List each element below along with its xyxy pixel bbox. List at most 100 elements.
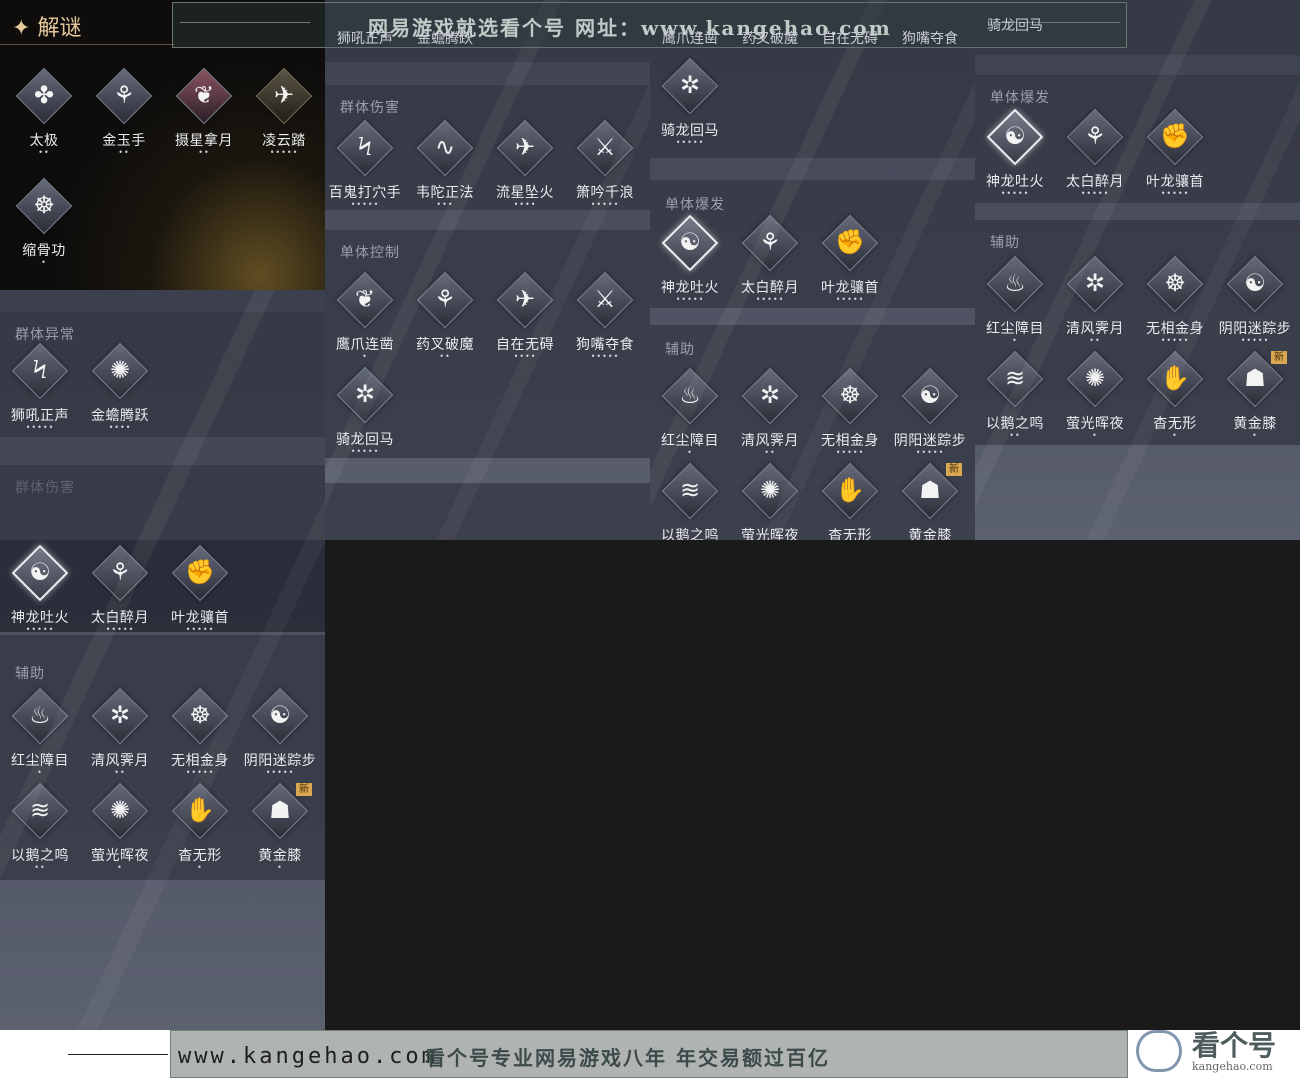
skill-button[interactable]: ≋ 以鹅之鸣 •• (0, 782, 80, 885)
brand-domain: kangehao.com (1192, 1060, 1273, 1073)
skill-button[interactable]: ✲ 骑龙回马 ••••• (325, 366, 405, 469)
screenshot-collage: 群体异常 群体伤害 辅助 Ϟ 狮吼正声 ••••• ✺ 金蟾腾跃 •••• ☯ 神龙吐火 •••… (0, 0, 1300, 1080)
skill-stars: ••••• (269, 148, 299, 157)
skill-button[interactable]: ❦ 鹰爪连凿 • (325, 271, 405, 374)
knee-icon: ☗ (269, 796, 291, 824)
skill-stars: ••••• (590, 200, 620, 209)
skill-button[interactable]: ☸ 无相金身 ••••• (1135, 255, 1215, 358)
skill-button[interactable]: ✋ 杳无形 (810, 462, 890, 540)
skill-stars: ••••• (1160, 189, 1190, 198)
skill-name: 金玉手 (102, 133, 146, 149)
skill-button[interactable]: ∿ 韦陀正法 ••• (405, 119, 485, 222)
skill-button[interactable]: ☗ 黄金膝 新 (890, 462, 970, 540)
skill-button[interactable]: ☗ 黄金膝 • 新 (240, 782, 320, 885)
skill-button[interactable]: ☸ 缩骨功 • (4, 177, 84, 280)
skill-button[interactable]: ♨ 红尘障目 • (975, 255, 1055, 358)
skill-button[interactable]: ☸ 无相金身 ••••• (160, 687, 240, 790)
cut-off-skill-name: 狗嘴夺食 (902, 31, 958, 47)
skill-button[interactable]: ✊ 叶龙骧首 ••••• (160, 544, 240, 647)
fan-icon: ≋ (29, 796, 51, 824)
skill-button[interactable]: ✤ 太极 •• (4, 67, 84, 170)
skill-name: 阴阳迷踪步 (243, 753, 317, 769)
skill-button[interactable]: ☯ 神龙吐火 ••••• (0, 544, 80, 647)
skill-button[interactable]: ⚔ 箫吟千浪 ••••• (565, 119, 645, 222)
section-title: 单体控制 (340, 245, 400, 261)
skill-button[interactable]: ✺ 萤光晖夜 • (1055, 350, 1135, 453)
skill-button[interactable]: ✊ 叶龙骧首 ••••• (810, 214, 890, 317)
skill-button[interactable]: ✺ 萤光晖夜 • (80, 782, 160, 885)
skill-button[interactable]: ☯ 神龙吐火 ••••• (975, 108, 1055, 211)
skill-stars: • (362, 352, 368, 361)
skill-button[interactable]: ⚘ 太白醉月 ••••• (80, 544, 160, 647)
skill-stars: ••••• (835, 295, 865, 304)
skill-button[interactable]: ✋ 杳无形 • (160, 782, 240, 885)
skill-name: 太白醉月 (91, 610, 149, 626)
skill-button[interactable]: ✲ 清风霁月 •• (730, 367, 810, 470)
skill-button[interactable]: ☯ 阴阳迷踪步 ••••• (240, 687, 320, 790)
skill-button[interactable]: ✲ 清风霁月 •• (1055, 255, 1135, 358)
cut-off-skill-name: 自在无碍 (822, 31, 878, 47)
skill-button[interactable]: ✈ 凌云踏 ••••• (244, 67, 324, 170)
skill-panel-col2: 群体伤害 单体控制 Ϟ 百鬼打穴手 ••••• ∿ 韦陀正法 ••• ✈ 流星坠火 •••• ⚔ 箫… (325, 0, 650, 540)
skill-button[interactable]: ✲ 清风霁月 •• (80, 687, 160, 790)
skill-button[interactable]: ☸ 无相金身 ••••• (810, 367, 890, 470)
fist-icon: ✊ (185, 558, 215, 586)
skill-stars: •• (764, 448, 776, 457)
skill-stars: •••• (513, 352, 537, 361)
skill-name: 摄星拿月 (175, 133, 233, 149)
wind-icon: ✲ (1084, 269, 1106, 297)
skill-name: 杳无形 (828, 528, 872, 540)
fist-icon: ✊ (835, 228, 865, 256)
skill-button[interactable]: ≋ 以鹅之鸣 (650, 462, 730, 540)
skill-name: 清风霁月 (91, 753, 149, 769)
skill-stars: • (1012, 336, 1018, 345)
skill-button[interactable]: ✈ 流星坠火 •••• (485, 119, 565, 222)
skill-button[interactable]: Ϟ 狮吼正声 ••••• (0, 342, 80, 445)
skill-button[interactable]: ⚘ 太白醉月 ••••• (730, 214, 810, 317)
skill-name: 流星坠火 (496, 185, 554, 201)
skill-stars: •• (118, 148, 130, 157)
skill-button[interactable]: ✈ 自在无碍 •••• (485, 271, 565, 374)
skill-stars: ••••• (105, 625, 135, 634)
skill-button[interactable]: ♨ 红尘障目 • (650, 367, 730, 470)
skill-stars: ••••• (265, 768, 295, 777)
skill-button[interactable]: ❦ 摄星拿月 •• (164, 67, 244, 170)
header-divider (0, 44, 175, 45)
skill-stars: •••• (513, 200, 537, 209)
skill-button[interactable]: ☗ 黄金膝 • 新 (1215, 350, 1295, 453)
skill-button[interactable]: ✺ 萤光晖夜 (730, 462, 810, 540)
puzzle-title: 解谜 (37, 16, 82, 41)
brand-logo[interactable]: 看个号 kangehao.com (1132, 1022, 1300, 1080)
skill-stars: ••••• (1240, 336, 1270, 345)
skill-button[interactable]: ✲ 骑龙回马 ••••• (650, 57, 730, 160)
section-next (325, 483, 650, 540)
skill-button[interactable]: ⚘ 太白醉月 ••••• (1055, 108, 1135, 211)
skill-stars: ••••• (185, 768, 215, 777)
skill-button[interactable]: ♨ 红尘障目 • (0, 687, 80, 790)
dragon-icon: ☯ (29, 558, 51, 586)
skill-button[interactable]: ✊ 叶龙骧首 ••••• (1135, 108, 1215, 211)
hand-icon: ✋ (185, 796, 215, 824)
spin-icon: ✺ (109, 796, 131, 824)
cut-off-skill-name: 鹰爪连凿 (662, 31, 718, 47)
wind-icon: ✲ (354, 380, 376, 408)
cloud-step-icon: ✈ (273, 81, 295, 109)
skill-button[interactable]: ☯ 阴阳迷踪步 ••••• (1215, 255, 1295, 358)
skill-button[interactable]: ≋ 以鹅之鸣 •• (975, 350, 1055, 453)
skill-button[interactable]: ☯ 神龙吐火 ••••• (650, 214, 730, 317)
skill-button[interactable]: ⚘ 金玉手 •• (84, 67, 164, 170)
skill-name: 杳无形 (1153, 416, 1197, 432)
section-title: 群体伤害 (15, 480, 75, 496)
skill-button[interactable]: ✺ 金蟾腾跃 •••• (80, 342, 160, 445)
skill-name: 萤光晖夜 (1066, 416, 1124, 432)
skill-name: 太白醉月 (741, 280, 799, 296)
cut-off-skill-name: 金蟾腾跃 (417, 31, 473, 47)
skill-button[interactable]: ⚔ 狗嘴夺食 ••••• (565, 271, 645, 374)
yinyang-icon: ☯ (1244, 269, 1266, 297)
footer-url[interactable]: www.kangehao.com (178, 1044, 438, 1069)
skill-button[interactable]: Ϟ 百鬼打穴手 ••••• (325, 119, 405, 222)
skill-button[interactable]: ⚘ 药叉破魔 •• (405, 271, 485, 374)
skill-button[interactable]: ✋ 杳无形 • (1135, 350, 1215, 453)
skill-button[interactable]: ☯ 阴阳迷踪步 ••••• (890, 367, 970, 470)
skill-stars: ••••• (25, 625, 55, 634)
